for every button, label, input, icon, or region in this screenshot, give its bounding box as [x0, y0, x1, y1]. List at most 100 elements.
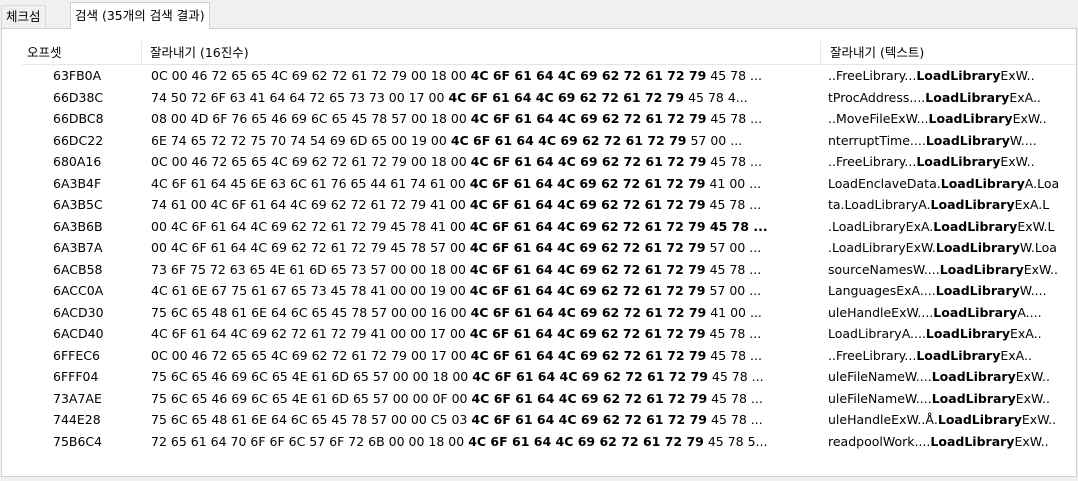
hex-match: 4C 6F 61 64 4C 69 62 72 61 72 79	[469, 197, 706, 212]
table-row[interactable]: 6ACC0A 4C 61 6E 67 75 61 67 65 73 45 78 4…	[22, 280, 1078, 302]
table-row[interactable]: 6A3B5C 74 61 00 4C 6F 61 64 4C 69 62 72 6…	[22, 194, 1078, 216]
column-divider[interactable]	[820, 41, 821, 64]
offset-cell: 75B6C4	[22, 431, 142, 453]
text-cell: ..FreeLibrary...LoadLibraryExW..	[828, 65, 1078, 87]
hex-match: 4C 6F 61 64 4C 69 62 72 61 72 79	[469, 261, 706, 277]
text-prefix: nterruptTime....	[828, 132, 926, 148]
text-prefix: tProcAddress....	[828, 89, 926, 105]
hex-prefix: 4C 61 6E 67 75 61 67 65 73 45 78 41 00 0…	[151, 283, 470, 298]
offset-cell: 744E28	[22, 409, 142, 431]
table-row[interactable]: 75B6C4 72 65 61 64 70 6F 6F 6C 57 6F 72 6…	[22, 431, 1078, 453]
hex-suffix: 45 78 ...	[706, 111, 763, 126]
hex-match: 4C 6F 61 64 4C 69 62 72 61 72 79	[470, 304, 707, 320]
table-row[interactable]: 6A3B7A 00 4C 6F 61 64 4C 69 62 72 61 72 7…	[22, 237, 1078, 259]
hex-prefix: 0C 00 46 72 65 65 4C 69 62 72 61 72 79 0…	[151, 68, 471, 83]
hex-suffix: 45 78 ...	[707, 390, 763, 406]
tab-checksum[interactable]: 체크섬	[1, 5, 46, 28]
text-suffix: ExW..	[1000, 68, 1035, 83]
text-suffix: W....	[1019, 283, 1047, 298]
offset-cell: 66D38C	[22, 87, 142, 109]
text-prefix: .LoadLibraryExA.	[828, 218, 934, 234]
hex-prefix: 00 4C 6F 61 64 4C 69 62 72 61 72 79 45 7…	[151, 240, 470, 255]
hex-cell: 00 4C 6F 61 64 4C 69 62 72 61 72 79 45 7…	[151, 237, 817, 259]
table-row[interactable]: 63FB0A 0C 00 46 72 65 65 4C 69 62 72 61 7…	[22, 65, 1078, 87]
table-row[interactable]: 6A3B6B 00 4C 6F 61 64 4C 69 62 72 61 72 7…	[22, 216, 1078, 238]
table-row[interactable]: 6FFF04 75 6C 65 46 69 6C 65 4E 61 6D 65 5…	[22, 366, 1078, 388]
offset-value: 6A3B6B	[53, 218, 103, 234]
table-row[interactable]: 6A3B4F 4C 6F 61 64 45 6E 63 6C 61 76 65 4…	[22, 173, 1078, 195]
table-row[interactable]: 66DC22 6E 74 65 72 72 75 70 74 54 69 6D 6…	[22, 130, 1078, 152]
hex-prefix: 4C 6F 61 64 4C 69 62 72 61 72 79 41 00 0…	[151, 326, 470, 341]
hex-match: 4C 6F 61 64 4C 69 62 72 61 72 79	[470, 154, 707, 169]
hex-prefix: 75 6C 65 48 61 6E 64 6C 65 45 78 57 00 0…	[151, 304, 471, 320]
text-suffix: ExA..	[1009, 326, 1042, 341]
hex-match: 4C 6F 61 64 4C 69 62 72 61 72 79	[470, 347, 707, 363]
hex-match: 4C 6F 61 64 4C 69 62 72 61 72 79	[471, 390, 708, 406]
text-suffix: ExW..	[1012, 111, 1047, 126]
hex-cell: 0C 00 46 72 65 65 4C 69 62 72 61 72 79 0…	[151, 345, 817, 367]
hex-cell: 74 61 00 4C 6F 61 64 4C 69 62 72 61 72 7…	[151, 194, 817, 216]
offset-cell: 6ACB58	[22, 259, 142, 281]
table-row[interactable]: 680A16 0C 00 46 72 65 65 4C 69 62 72 61 7…	[22, 151, 1078, 173]
text-suffix: A....	[1017, 304, 1042, 320]
text-suffix: ExA..	[1000, 347, 1032, 363]
column-divider[interactable]	[141, 41, 142, 64]
text-suffix: ExA.L	[1014, 197, 1050, 212]
table-row[interactable]: 6FFEC6 0C 00 46 72 65 65 4C 69 62 72 61 7…	[22, 345, 1078, 367]
table-row[interactable]: 66D38C 74 50 72 6F 63 41 64 64 72 65 73 7…	[22, 87, 1078, 109]
hex-cell: 6E 74 65 72 72 75 70 74 54 69 6D 65 00 1…	[151, 130, 817, 152]
offset-cell: 66DBC8	[22, 108, 142, 130]
text-match: LoadLibrary	[916, 347, 1001, 363]
column-header-hex[interactable]: 잘라내기 (16진수)	[150, 41, 249, 64]
offset-value: 6ACC0A	[53, 283, 104, 298]
hex-prefix: 73 6F 75 72 63 65 4E 61 6D 65 73 57 00 0…	[151, 261, 470, 277]
text-match: LoadLibrary	[928, 111, 1013, 126]
hex-match: 4C 6F 61 64 4C 69 62 72 61 72 79	[470, 68, 707, 83]
text-cell: .LoadLibraryExA.LoadLibraryExW.L	[828, 216, 1078, 238]
text-cell: readpoolWork....LoadLibraryExW..	[828, 431, 1078, 453]
text-prefix: LanguagesExA....	[828, 283, 936, 298]
text-match: LoadLibrary	[931, 369, 1016, 384]
text-match: LoadLibrary	[933, 304, 1018, 320]
text-cell: .LoadLibraryExW.LoadLibraryW.Loa	[828, 237, 1078, 259]
text-suffix: ExW..	[1023, 261, 1058, 277]
table-row[interactable]: 6ACB58 73 6F 75 72 63 65 4E 61 6D 65 73 5…	[22, 259, 1078, 281]
hex-prefix: 0C 00 46 72 65 65 4C 69 62 72 61 72 79 0…	[151, 347, 471, 363]
offset-value: 66DBC8	[53, 111, 104, 126]
offset-cell: 6FFF04	[22, 366, 142, 388]
offset-value: 63FB0A	[53, 68, 102, 83]
hex-match: 4C 6F 61 64 4C 69 62 72 61 72 79	[469, 326, 706, 341]
text-prefix: uleHandleExW..Å.	[828, 412, 938, 427]
text-prefix: .LoadLibraryExW.	[828, 240, 936, 255]
table-row[interactable]: 6ACD30 75 6C 65 48 61 6E 64 6C 65 45 78 5…	[22, 302, 1078, 324]
search-results-panel: 오프셋 잘라내기 (16진수) 잘라내기 (텍스트) 63FB0A 0C 00 4…	[1, 28, 1078, 477]
text-match: LoadLibrary	[930, 433, 1015, 449]
hex-cell: 74 50 72 6F 63 41 64 64 72 65 73 73 00 1…	[151, 87, 817, 109]
offset-cell: 6ACD30	[22, 302, 142, 324]
hex-prefix: 08 00 4D 6F 76 65 46 69 6C 65 45 78 57 0…	[151, 111, 471, 126]
table-row[interactable]: 744E28 75 6C 65 48 61 6E 64 6C 65 45 78 5…	[22, 409, 1078, 431]
hex-suffix: 45 78 ...	[705, 261, 762, 277]
table-row[interactable]: 6ACD40 4C 6F 61 64 4C 69 62 72 61 72 79 4…	[22, 323, 1078, 345]
table-row[interactable]: 73A7AE 75 6C 65 46 69 6C 65 4E 61 6D 65 5…	[22, 388, 1078, 410]
offset-value: 6ACD40	[53, 326, 104, 341]
text-match: LoadLibrary	[935, 240, 1020, 255]
text-match: LoadLibrary	[916, 68, 1001, 83]
offset-cell: 6A3B5C	[22, 194, 142, 216]
hex-cell: 73 6F 75 72 63 65 4E 61 6D 65 73 57 00 0…	[151, 259, 817, 281]
text-suffix: ExW..	[1014, 433, 1049, 449]
column-header-offset[interactable]: 오프셋	[27, 41, 62, 64]
hex-prefix: 4C 6F 61 64 45 6E 63 6C 61 76 65 44 61 7…	[151, 175, 470, 191]
table-row[interactable]: 66DBC8 08 00 4D 6F 76 65 46 69 6C 65 45 7…	[22, 108, 1078, 130]
text-cell: uleFileNameW....LoadLibraryExW..	[828, 388, 1078, 410]
text-suffix: ExW..	[1021, 412, 1057, 427]
tab-search-results[interactable]: 검색 (35개의 검색 결과)	[70, 2, 210, 29]
hex-suffix: 57 00 ...	[705, 240, 762, 255]
text-cell: sourceNamesW....LoadLibraryExW..	[828, 259, 1078, 281]
offset-cell: 6A3B7A	[22, 237, 142, 259]
text-prefix: ta.LoadLibraryA.	[828, 197, 931, 212]
column-header-text[interactable]: 잘라내기 (텍스트)	[830, 41, 924, 64]
text-cell: LoadLibraryA....LoadLibraryExA..	[828, 323, 1078, 345]
hex-cell: 75 6C 65 48 61 6E 64 6C 65 45 78 57 00 0…	[151, 409, 817, 431]
text-match: LoadLibrary	[937, 412, 1022, 427]
